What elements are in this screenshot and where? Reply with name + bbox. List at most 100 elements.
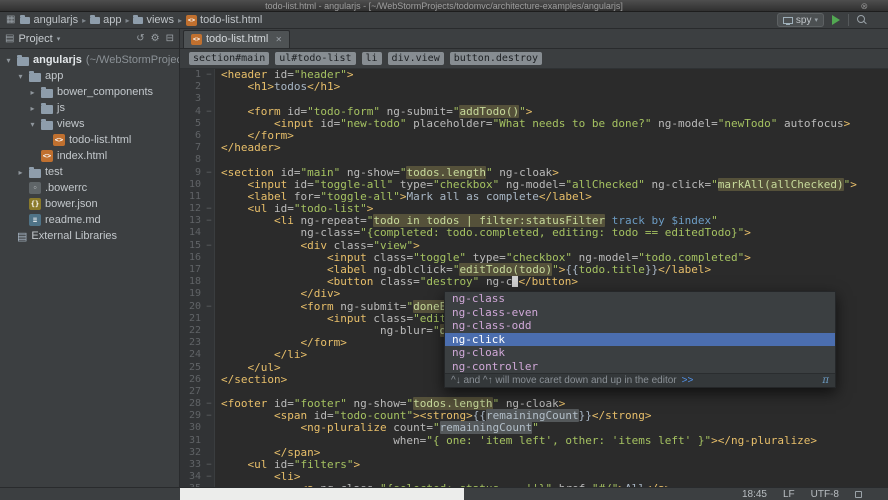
editor-breadcrumb-chip[interactable]: li — [361, 52, 382, 65]
folder-icon — [20, 15, 31, 24]
close-icon[interactable]: ⊗ — [860, 0, 868, 12]
tree-item-label: .bowerrc — [45, 182, 88, 194]
fold-icon[interactable]: − — [204, 166, 215, 179]
tree-chevron-icon[interactable]: ▾ — [28, 120, 37, 129]
lock-icon[interactable] — [855, 490, 862, 498]
fold-icon[interactable]: − — [204, 105, 215, 118]
breadcrumb-item[interactable]: angularjs — [20, 14, 78, 26]
tree-item-views[interactable]: ▾ views — [0, 116, 179, 132]
line-number: 23 — [180, 337, 204, 350]
fold-gutter — [204, 337, 215, 350]
tree-item-label: todo-list.html — [69, 134, 132, 146]
fold-icon[interactable]: − — [204, 410, 215, 423]
close-tab-icon[interactable]: ✕ — [275, 35, 282, 44]
tree-item-readme-md[interactable]: ≡ readme.md — [0, 212, 179, 228]
white-strip — [180, 488, 464, 500]
encoding-indicator[interactable]: UTF-8 — [811, 489, 839, 500]
spy-label: spy — [795, 14, 812, 26]
editor-breadcrumb-chip[interactable]: ul#todo-list — [275, 52, 356, 65]
tree-item-label: External Libraries — [31, 230, 117, 242]
fold-gutter — [204, 142, 215, 155]
fold-gutter — [204, 227, 215, 240]
line-ending-indicator[interactable]: LF — [783, 489, 795, 500]
tree-item-label: app — [45, 70, 64, 82]
tree-item-test[interactable]: ▸ test — [0, 164, 179, 180]
completion-item[interactable]: ng-class-odd — [445, 319, 835, 333]
window-title: todo-list.html - angularjs - [~/WebStorm… — [265, 0, 623, 11]
fold-gutter — [204, 373, 215, 386]
breadcrumb-item[interactable]: app — [90, 14, 121, 26]
collapse-all-icon[interactable]: ⊟ — [166, 33, 174, 44]
tree-chevron-icon[interactable]: ▸ — [28, 88, 37, 97]
project-panel-header: ▤ Project ▾ ↺ ⚙ ⊟ — [0, 29, 180, 49]
line-number: 18 — [180, 276, 204, 289]
folder-icon — [17, 54, 29, 66]
tree-item-app[interactable]: ▾ app — [0, 68, 179, 84]
tree-item-todo-list-html[interactable]: <> todo-list.html — [0, 132, 179, 148]
line-number: 32 — [180, 446, 204, 459]
editor-breadcrumb-chip[interactable]: section#main — [189, 52, 270, 65]
completion-item[interactable]: ng-click — [445, 332, 835, 346]
line-number: 31 — [180, 434, 204, 447]
settings-icon[interactable]: ⚙ — [151, 33, 160, 44]
tree-chevron-icon[interactable]: ▸ — [16, 168, 25, 177]
tree-item-js[interactable]: ▸ js — [0, 100, 179, 116]
tree-chevron-icon[interactable]: ▸ — [28, 104, 37, 113]
code-line[interactable]: 6 </form> — [180, 129, 888, 143]
completion-item[interactable]: ng-controller — [445, 360, 835, 374]
code-area[interactable]: 1− <header id="header"> 2 <h1>todos</h1> 3 4… — [180, 69, 888, 498]
library-icon: ▤ — [17, 230, 28, 243]
fold-icon[interactable]: − — [204, 203, 215, 216]
fold-icon[interactable]: − — [204, 398, 215, 411]
completion-hint: ^↓ and ^↑ will move caret down and up in… — [445, 373, 835, 387]
breadcrumb-item[interactable]: views — [133, 14, 174, 26]
fold-icon[interactable]: − — [204, 459, 215, 472]
line-number: 34 — [180, 471, 204, 484]
hint-more-link[interactable]: >> — [682, 375, 694, 386]
editor: section#main ul#todo-list li div.view button… — [180, 49, 888, 498]
fold-gutter — [204, 251, 215, 264]
project-panel-title[interactable]: Project — [18, 33, 52, 45]
tree-item-angularjs[interactable]: ▾ angularjs (~/WebStormProjects — [0, 52, 179, 68]
caret-position[interactable]: 18:45 — [742, 489, 767, 500]
tree-item-label: js — [57, 102, 65, 114]
editor-breadcrumb-chip[interactable]: div.view — [387, 52, 444, 65]
completion-item[interactable]: ng-class-even — [445, 306, 835, 320]
project-panel-icon[interactable]: ▤ — [5, 33, 14, 44]
breadcrumb-item[interactable]: <> todo-list.html — [186, 14, 262, 26]
line-number: 22 — [180, 324, 204, 338]
completion-item[interactable]: ng-cloak — [445, 346, 835, 360]
refresh-icon[interactable]: ↺ — [136, 33, 144, 44]
tree-chevron-icon[interactable]: ▾ — [16, 72, 25, 81]
tree-item-external-libraries[interactable]: ▤ External Libraries — [0, 228, 179, 244]
html-file-icon: <> — [191, 33, 202, 45]
fold-icon[interactable]: − — [204, 300, 215, 313]
fold-icon[interactable]: − — [204, 471, 215, 484]
tree-item-bower-components[interactable]: ▸ bower_components — [0, 84, 179, 100]
tree-item-label: views — [57, 118, 85, 130]
run-button[interactable] — [832, 15, 840, 25]
tree-item-index-html[interactable]: <> index.html — [0, 148, 179, 164]
completion-item[interactable]: ng-class — [445, 292, 835, 306]
fold-icon[interactable]: − — [204, 69, 215, 82]
fold-icon[interactable]: − — [204, 215, 215, 228]
line-number: 27 — [180, 385, 204, 399]
spy-js-button[interactable]: spy ▾ — [776, 13, 824, 27]
line-number: 11 — [180, 190, 204, 204]
code-line[interactable]: 7 </header> — [180, 142, 888, 155]
json-file-icon: {} — [29, 198, 41, 210]
tree-chevron-icon[interactable]: ▾ — [4, 56, 13, 65]
tree-item-label: bower_components — [57, 86, 154, 98]
tree-item-bower-json[interactable]: {} bower.json — [0, 196, 179, 212]
tree-item--bowerrc[interactable]: ◦ .bowerrc — [0, 180, 179, 196]
fold-gutter — [204, 93, 215, 106]
panels-icon[interactable]: ▦ — [6, 15, 15, 25]
search-icon[interactable] — [857, 14, 868, 26]
window-titlebar: todo-list.html - angularjs - [~/WebStorm… — [0, 0, 888, 12]
folder-icon — [41, 86, 53, 98]
tab-todo-list-html[interactable]: <> todo-list.html ✕ — [183, 30, 291, 48]
code-line[interactable]: 2 <h1>todos</h1> — [180, 81, 888, 94]
editor-breadcrumb-chip[interactable]: button.destroy — [449, 52, 543, 65]
fold-icon[interactable]: − — [204, 239, 215, 252]
fold-gutter — [204, 422, 215, 435]
